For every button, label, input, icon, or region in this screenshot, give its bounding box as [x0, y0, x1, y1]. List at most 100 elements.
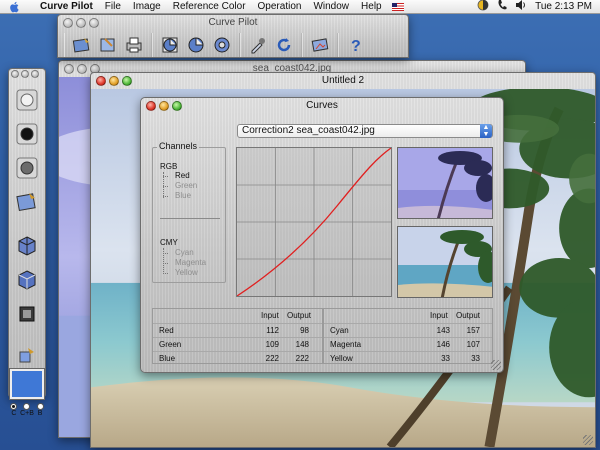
reference-color-button[interactable] [309, 34, 331, 56]
output-value: 107 [466, 340, 480, 349]
menu-image[interactable]: Image [127, 0, 167, 14]
menu-window[interactable]: Window [307, 0, 355, 14]
curve-tool-1-button[interactable] [159, 34, 181, 56]
menu-clock[interactable]: Tue 2:13 PM [535, 1, 592, 12]
table-row[interactable]: Blue 222 222 [153, 351, 322, 365]
volume-icon[interactable] [515, 0, 527, 14]
before-thumbnail[interactable] [397, 147, 493, 219]
toolbar-row: ? [58, 31, 408, 59]
zoom-button[interactable] [31, 70, 39, 78]
toolbar-window: Curve Pilot ? [57, 14, 409, 58]
menu-help[interactable]: Help [355, 0, 388, 14]
palette-titlebar[interactable] [9, 69, 45, 81]
save-image-button[interactable] [97, 34, 119, 56]
help-icon: ? [351, 38, 361, 55]
radio-c[interactable] [10, 403, 18, 410]
resize-grip[interactable] [491, 360, 501, 370]
print-button[interactable] [123, 34, 145, 56]
curves-titlebar[interactable]: Curves [141, 98, 503, 114]
channel-yellow[interactable]: Yellow [175, 268, 198, 277]
curve-graph[interactable] [236, 147, 392, 297]
save-image-icon [100, 38, 115, 52]
table-row[interactable]: Red 112 98 [153, 323, 322, 337]
input-value: 112 [266, 326, 279, 335]
minimize-button[interactable] [77, 64, 87, 74]
close-button[interactable] [64, 64, 74, 74]
curve-tool-2-button[interactable] [185, 34, 207, 56]
close-button[interactable] [146, 101, 156, 111]
radio-cb[interactable] [23, 403, 31, 410]
table-header-row: Input Output [153, 309, 322, 323]
cmy-group-label[interactable]: CMY [160, 238, 178, 247]
toolbar-titlebar[interactable]: Curve Pilot [58, 15, 408, 31]
color-swatch[interactable] [10, 369, 44, 399]
window-title: Curve Pilot [208, 17, 258, 28]
cube-tool-2-button[interactable] [12, 265, 42, 295]
cube-tool-1-button[interactable] [12, 231, 42, 261]
swatch-picker-button[interactable] [12, 345, 42, 365]
channel-red[interactable]: Red [175, 171, 190, 180]
shadow-point-button[interactable] [12, 119, 42, 149]
untitled-2-titlebar[interactable]: Untitled 2 [91, 73, 595, 89]
close-button[interactable] [96, 76, 106, 86]
eyedropper-button[interactable] [247, 34, 269, 56]
display-status-icon[interactable] [477, 0, 489, 14]
output-header: Output [287, 311, 312, 320]
zoom-button[interactable] [172, 101, 182, 111]
zoom-button[interactable] [122, 76, 132, 86]
apple-menu-icon[interactable] [8, 1, 22, 13]
phone-status-icon[interactable] [497, 0, 507, 14]
channel-cyan[interactable]: Cyan [175, 248, 194, 257]
open-image-button[interactable] [71, 34, 93, 56]
row-label: Blue [159, 354, 176, 363]
input-value: 33 [441, 354, 450, 363]
window-controls [146, 101, 182, 111]
mode-option-b[interactable]: B [36, 403, 44, 417]
highlight-point-button[interactable] [12, 85, 42, 115]
table-row[interactable]: Cyan 143 157 [324, 323, 492, 337]
radio-b[interactable] [36, 403, 44, 410]
channel-green[interactable]: Green [175, 181, 197, 190]
menu-app-name[interactable]: Curve Pilot [34, 0, 99, 14]
channels-group: Channels RGB Red Green Blue CMY Cyan Mag… [152, 141, 226, 283]
close-button[interactable] [11, 70, 19, 78]
midtone-point-button[interactable] [12, 153, 42, 183]
menu-operation[interactable]: Operation [252, 0, 308, 14]
row-label: Cyan [330, 326, 349, 335]
minimize-button[interactable] [21, 70, 29, 78]
row-label: Green [159, 340, 182, 349]
table-row[interactable]: Yellow 33 33 [324, 351, 492, 365]
rotate-button[interactable] [273, 34, 295, 56]
curve-tool-3-button[interactable] [211, 34, 233, 56]
mode-option-cb[interactable]: C+B [20, 403, 34, 417]
minimize-button[interactable] [76, 18, 86, 28]
cube-tool-3-button[interactable] [12, 299, 42, 329]
table-row[interactable]: Magenta 146 107 [324, 337, 492, 351]
print-icon [126, 37, 142, 53]
zoom-button[interactable] [89, 18, 99, 28]
close-button[interactable] [63, 18, 73, 28]
channel-magenta[interactable]: Magenta [175, 258, 206, 267]
input-value: 109 [265, 340, 279, 349]
toolbar-group-curves [152, 33, 240, 57]
output-value: 148 [295, 340, 309, 349]
svg-text:?: ? [351, 38, 361, 55]
minimize-button[interactable] [109, 76, 119, 86]
correction-select[interactable]: Correction2 sea_coast042.jpg ▲ ▼ [237, 124, 493, 138]
channel-blue[interactable]: Blue [175, 191, 191, 200]
channels-legend: Channels [157, 141, 200, 151]
rgb-group-label[interactable]: RGB [160, 162, 177, 171]
minimize-button[interactable] [159, 101, 169, 111]
after-thumbnail[interactable] [397, 226, 493, 298]
table-row[interactable]: Green 109 148 [153, 337, 322, 351]
resize-grip[interactable] [583, 435, 593, 445]
input-value: 146 [436, 340, 450, 349]
mode-option-c[interactable]: C [10, 403, 18, 417]
pick-image-button[interactable] [12, 187, 42, 217]
us-flag-input-icon[interactable] [391, 2, 404, 11]
menu-reference-color[interactable]: Reference Color [167, 0, 252, 14]
menu-file[interactable]: File [99, 0, 127, 14]
input-header: Input [261, 311, 279, 320]
help-button[interactable]: ? [345, 34, 367, 56]
cube-rotate-icon [18, 270, 36, 290]
